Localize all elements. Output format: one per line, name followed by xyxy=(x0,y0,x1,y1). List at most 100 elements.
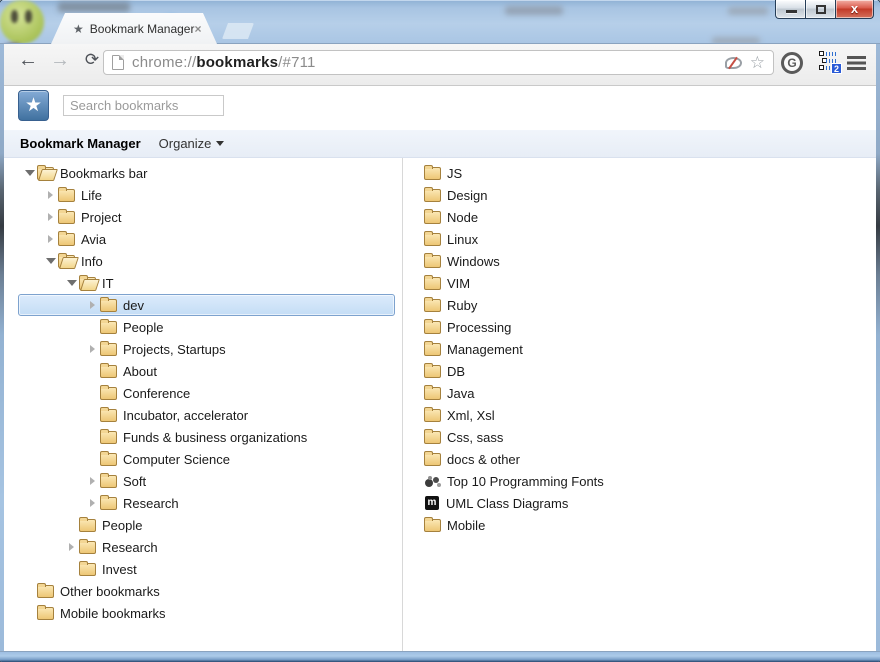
tree-item-other-bookmarks[interactable]: Other bookmarks xyxy=(18,580,395,602)
forward-button[interactable]: → xyxy=(46,47,74,75)
tree-item-projects-startups[interactable]: Projects, Startups xyxy=(18,338,395,360)
tree-item-label: Conference xyxy=(123,385,191,401)
list-item-management[interactable]: Management xyxy=(423,338,876,360)
folder-contents-pane: JS Design Node Linux Windows VIM Ruby Processin… xyxy=(403,158,876,651)
extension-g-icon[interactable]: G xyxy=(781,52,803,74)
list-item-docs-other[interactable]: docs & other xyxy=(423,448,876,470)
folder-icon xyxy=(100,385,117,400)
desktop-blur-smiley xyxy=(0,0,44,43)
organize-menu-button[interactable]: Organize xyxy=(159,136,225,151)
expand-arrow-icon[interactable] xyxy=(88,498,98,508)
expand-arrow-icon[interactable] xyxy=(88,300,98,310)
close-button[interactable]: x xyxy=(836,0,874,19)
list-item-design[interactable]: Design xyxy=(423,184,876,206)
list-item-mobile[interactable]: Mobile xyxy=(423,514,876,536)
arrow-spacer xyxy=(25,608,35,618)
browser-tab[interactable]: ★ Bookmark Manager × xyxy=(51,13,217,44)
maximize-button[interactable] xyxy=(806,0,836,19)
list-item-label: DB xyxy=(447,363,466,379)
tree-item-soft[interactable]: Soft xyxy=(18,470,395,492)
folder-icon xyxy=(79,517,96,532)
list-item-uml-class-diagrams[interactable]: m UML Class Diagrams xyxy=(423,492,876,514)
list-item-windows[interactable]: Windows xyxy=(423,250,876,272)
tree-item-computer-science[interactable]: Computer Science xyxy=(18,448,395,470)
folder-icon xyxy=(100,407,117,422)
list-item-processing[interactable]: Processing xyxy=(423,316,876,338)
folder-icon xyxy=(100,429,117,444)
chrome-menu-icon[interactable] xyxy=(847,56,866,70)
page-icon[interactable] xyxy=(112,55,124,70)
tree-item-invest[interactable]: Invest xyxy=(18,558,395,580)
list-item-label: Xml, Xsl xyxy=(447,407,495,423)
minimize-button[interactable] xyxy=(775,0,806,19)
folder-icon xyxy=(100,473,117,488)
tree-item-project[interactable]: Project xyxy=(18,206,395,228)
window-border-bottom xyxy=(0,651,880,662)
tab-close-icon[interactable]: × xyxy=(194,23,201,35)
tree-item-label: Other bookmarks xyxy=(60,583,160,599)
expand-arrow-icon[interactable] xyxy=(88,344,98,354)
tree-item-people[interactable]: People xyxy=(18,514,395,536)
list-item-ruby[interactable]: Ruby xyxy=(423,294,876,316)
expand-arrow-icon[interactable] xyxy=(46,234,56,244)
tree-item-label: Incubator, accelerator xyxy=(123,407,249,423)
tree-item-conference[interactable]: Conference xyxy=(18,382,395,404)
tree-item-dev[interactable]: dev xyxy=(18,294,395,316)
tree-item-label: Info xyxy=(81,253,103,269)
folder-icon xyxy=(424,341,441,356)
list-item-label: Windows xyxy=(447,253,500,269)
translate-disabled-icon[interactable] xyxy=(724,56,742,69)
expand-arrow-icon[interactable] xyxy=(46,212,56,222)
tree-item-label: People xyxy=(123,319,164,335)
tree-item-bookmarks-bar[interactable]: Bookmarks bar xyxy=(18,162,395,184)
tree-item-about[interactable]: About xyxy=(18,360,395,382)
list-item-label: Java xyxy=(447,385,475,401)
list-item-top-10-programming-fonts[interactable]: Top 10 Programming Fonts xyxy=(423,470,876,492)
tab-title: Bookmark Manager xyxy=(89,21,195,36)
list-item-linux[interactable]: Linux xyxy=(423,228,876,250)
expand-arrow-icon[interactable] xyxy=(46,256,56,266)
folder-icon xyxy=(58,253,75,268)
tree-item-mobile-bookmarks[interactable]: Mobile bookmarks xyxy=(18,602,395,624)
list-item-js[interactable]: JS xyxy=(423,162,876,184)
reload-button[interactable]: ⟳ xyxy=(78,47,106,75)
expand-arrow-icon[interactable] xyxy=(88,476,98,486)
expand-arrow-icon[interactable] xyxy=(67,278,77,288)
folder-icon xyxy=(424,407,441,422)
folder-icon xyxy=(424,209,441,224)
window-controls: x xyxy=(775,0,874,19)
address-bar[interactable]: chrome://bookmarks/#711 ☆ xyxy=(103,50,774,75)
tree-item-avia[interactable]: Avia xyxy=(18,228,395,250)
tree-item-funds-business-organizations[interactable]: Funds & business organizations xyxy=(18,426,395,448)
fly-favicon-icon xyxy=(424,475,441,488)
tree-item-label: About xyxy=(123,363,157,379)
tree-item-incubator-accelerator[interactable]: Incubator, accelerator xyxy=(18,404,395,426)
extension-sitemap-icon[interactable]: 2 xyxy=(819,51,842,74)
expand-arrow-icon[interactable] xyxy=(46,190,56,200)
list-item-label: Node xyxy=(447,209,479,225)
list-item-java[interactable]: Java xyxy=(423,382,876,404)
search-input[interactable] xyxy=(63,95,224,116)
expand-arrow-icon[interactable] xyxy=(25,168,35,178)
list-item-label: Top 10 Programming Fonts xyxy=(447,473,604,489)
back-button[interactable]: ← xyxy=(14,47,42,75)
expand-arrow-icon[interactable] xyxy=(67,542,77,552)
list-item-db[interactable]: DB xyxy=(423,360,876,382)
list-item-vim[interactable]: VIM xyxy=(423,272,876,294)
tree-item-life[interactable]: Life xyxy=(18,184,395,206)
tree-item-it[interactable]: IT xyxy=(18,272,395,294)
folder-icon xyxy=(424,451,441,466)
tree-item-info[interactable]: Info xyxy=(18,250,395,272)
folder-icon xyxy=(100,319,117,334)
tree-item-research[interactable]: Research xyxy=(18,492,395,514)
tree-item-research[interactable]: Research xyxy=(18,536,395,558)
list-item-xml-xsl[interactable]: Xml, Xsl xyxy=(423,404,876,426)
list-item-node[interactable]: Node xyxy=(423,206,876,228)
tab-favicon-star-icon: ★ xyxy=(73,21,84,36)
bookmark-star-icon[interactable]: ☆ xyxy=(750,54,765,71)
tree-item-people[interactable]: People xyxy=(18,316,395,338)
window-border-right xyxy=(876,44,880,651)
tree-item-label: Computer Science xyxy=(123,451,230,467)
list-item-css-sass[interactable]: Css, sass xyxy=(423,426,876,448)
folder-icon xyxy=(424,165,441,180)
